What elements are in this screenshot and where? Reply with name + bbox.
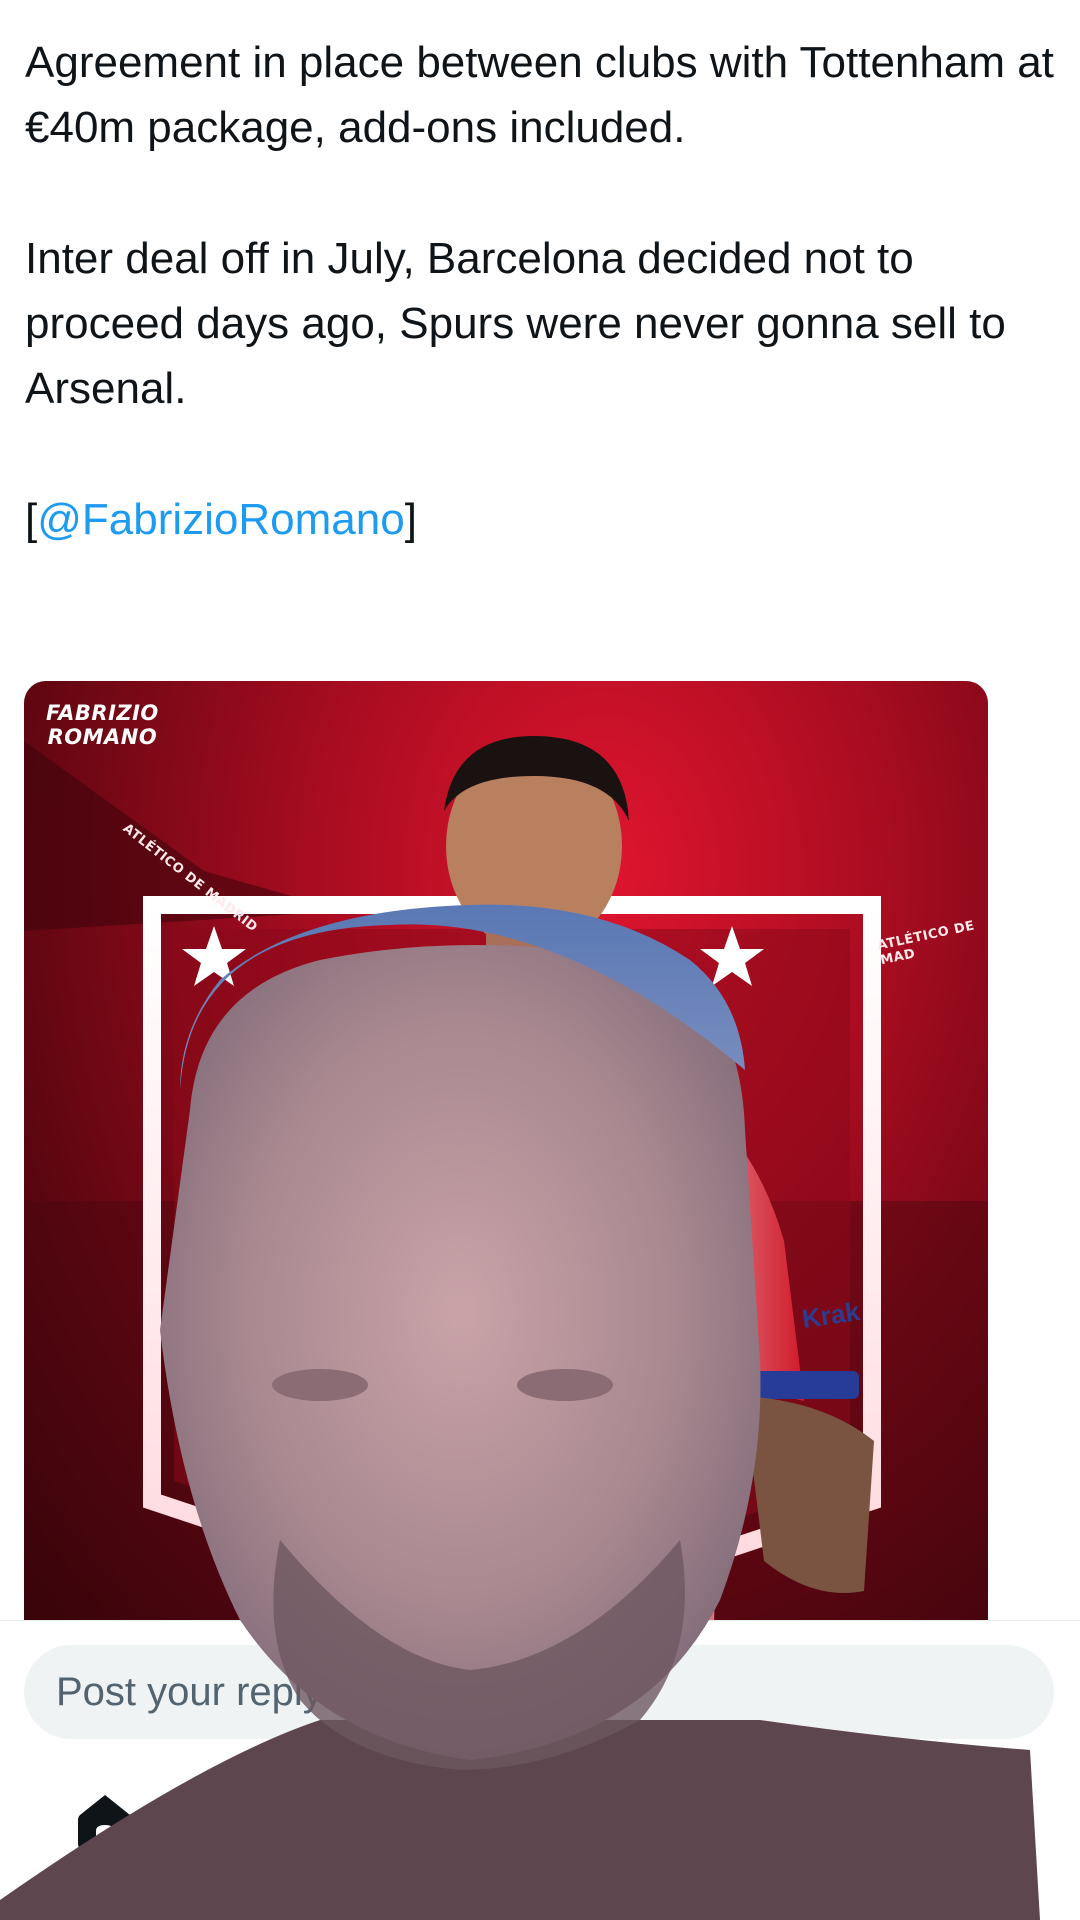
tweet-paragraph-2: Inter deal off in July, Barcelona decide… [25,234,1006,413]
tweet-media-image[interactable]: FABRIZIO ROMANO ATLÉTICO DE MADRID ATLÉT… [24,681,988,1621]
composer-bar [0,1620,1080,1920]
reply-input[interactable] [24,1645,1054,1739]
source-close-bracket: ] [404,495,417,544]
source-open-bracket: [ [25,495,38,544]
mention-link[interactable]: @FabrizioRomano [37,495,404,544]
shirt-sleeve-band [749,1371,859,1399]
tweet-source: [@FabrizioRomano] [25,487,1055,552]
player-neck [486,931,582,1001]
watermark-line-2: ROMANO [47,725,158,749]
home-button[interactable] [76,1791,134,1851]
media-artwork [24,736,988,1621]
home-icon [78,1795,132,1849]
watermark: FABRIZIO ROMANO [46,701,159,749]
tweet-text: Agreement in place between clubs with To… [25,30,1055,618]
watermark-line-1: FABRIZIO [46,701,159,725]
tweet-paragraph-1: Agreement in place between clubs with To… [25,38,1054,152]
